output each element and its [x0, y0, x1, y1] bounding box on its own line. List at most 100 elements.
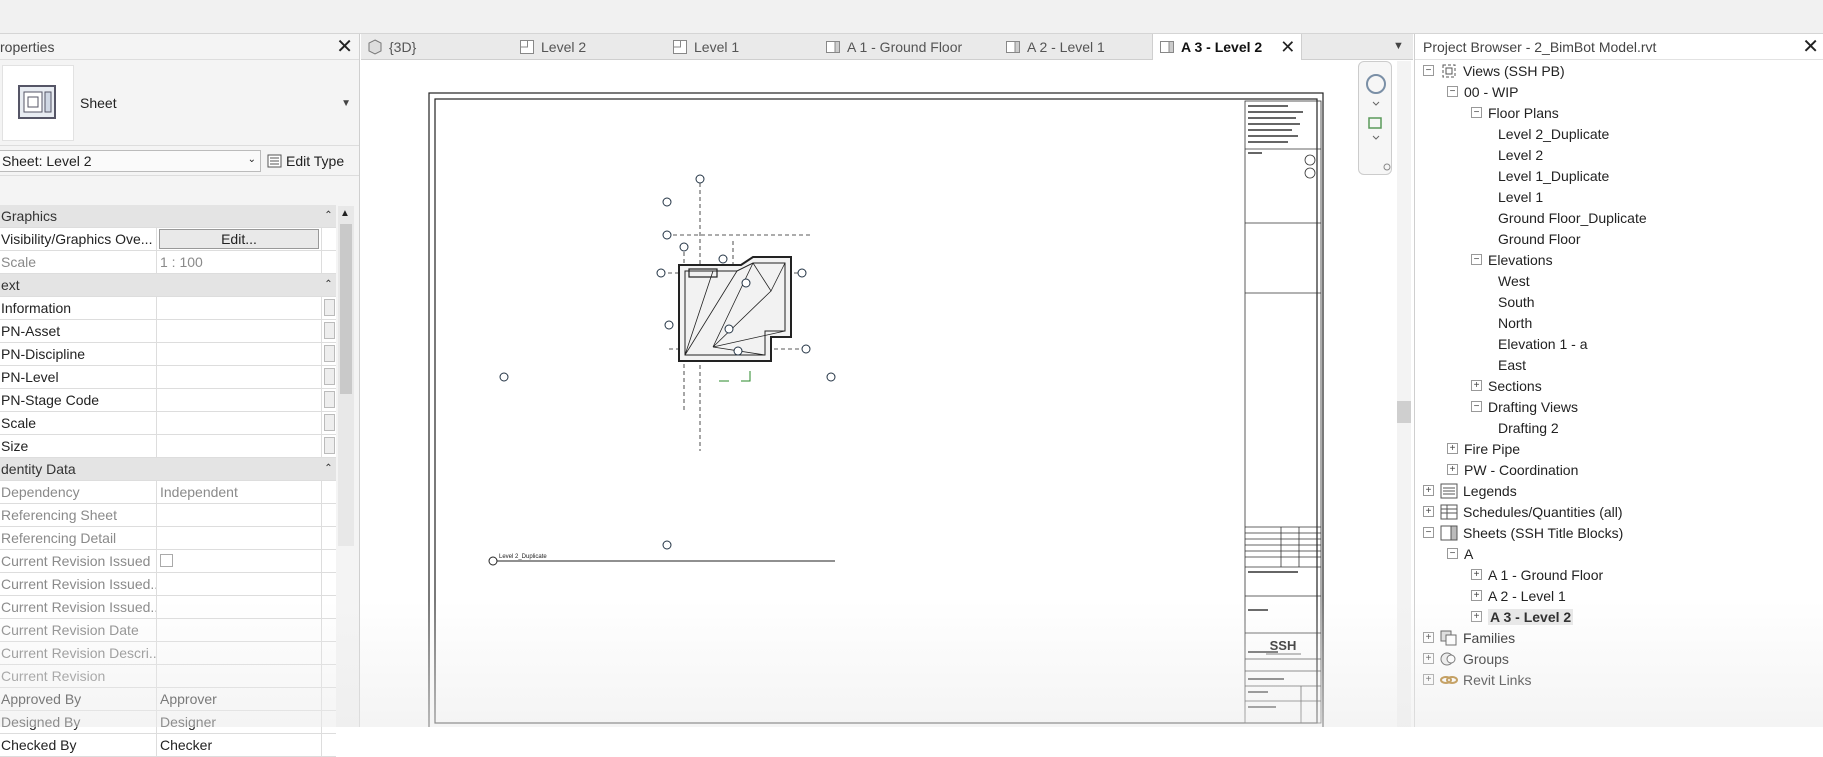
expand-icon[interactable]: + [1447, 464, 1458, 475]
instance-filter-dropdown[interactable]: Sheet: Level 2 ⌄ [0, 149, 261, 172]
browser-node-level-2[interactable]: Level 2 [1498, 144, 1543, 165]
property-group-header[interactable]: Graphics ⌃ [0, 205, 336, 228]
collapse-icon[interactable]: ⌃ [321, 458, 336, 480]
property-value-cell[interactable] [157, 297, 321, 319]
expand-icon[interactable]: + [1471, 611, 1482, 622]
canvas-scrollbar[interactable] [1397, 61, 1411, 727]
property-row[interactable]: Current Revision [0, 665, 336, 688]
browser-node-west[interactable]: West [1498, 270, 1530, 291]
tab-list-dropdown-icon[interactable]: ▼ [1393, 40, 1404, 52]
property-row[interactable]: Referencing Detail [0, 527, 336, 550]
property-value-cell[interactable] [157, 573, 321, 595]
edit-button[interactable]: Edit... [159, 229, 319, 249]
browser-node-families[interactable]: + Families [1423, 627, 1515, 648]
collapse-icon[interactable]: − [1471, 107, 1482, 118]
property-row[interactable]: PN-Asset [0, 320, 336, 343]
property-value-cell[interactable] [157, 389, 321, 411]
property-row[interactable]: Current Revision Descri... [0, 642, 336, 665]
property-row[interactable]: PN-Discipline [0, 343, 336, 366]
property-row[interactable]: Information [0, 297, 336, 320]
browser-node-ground-floor-duplicate[interactable]: Ground Floor_Duplicate [1498, 207, 1647, 228]
browser-node-sheets-ssh-title-blocks[interactable]: − Sheets (SSH Title Blocks) [1423, 522, 1623, 543]
browser-node-level-1-duplicate[interactable]: Level 1_Duplicate [1498, 165, 1609, 186]
property-value-cell[interactable] [157, 665, 321, 687]
collapse-icon[interactable]: ⌃ [321, 205, 336, 227]
expand-icon[interactable]: + [1423, 674, 1434, 685]
property-row[interactable]: Designed By Designer [0, 711, 336, 734]
property-row[interactable]: Referencing Sheet [0, 504, 336, 527]
tab-a-3-level-2[interactable]: A 3 - Level 2 ✕ [1152, 34, 1302, 60]
property-row[interactable]: PN-Level [0, 366, 336, 389]
browser-node-legends[interactable]: + Legends [1423, 480, 1517, 501]
collapse-icon[interactable]: − [1471, 401, 1482, 412]
collapse-icon[interactable]: − [1471, 254, 1482, 265]
browser-node-a-3-level-2[interactable]: + A 3 - Level 2 [1471, 606, 1574, 627]
collapse-icon[interactable]: − [1447, 548, 1458, 559]
revision-checkbox[interactable] [160, 554, 173, 567]
expand-icon[interactable]: + [1471, 569, 1482, 580]
property-value-cell[interactable] [157, 366, 321, 388]
scrollbar-thumb[interactable] [340, 224, 352, 394]
property-row[interactable]: Dependency Independent [0, 481, 336, 504]
collapse-icon[interactable]: − [1423, 527, 1434, 538]
collapse-icon[interactable]: ⌃ [321, 274, 336, 296]
property-value-cell[interactable]: Independent [157, 481, 321, 503]
property-row[interactable]: Visibility/Graphics Ove... Edit... [0, 228, 336, 251]
close-icon[interactable]: ✕ [1280, 37, 1295, 58]
property-value-cell[interactable] [157, 596, 321, 618]
property-value-cell[interactable] [157, 642, 321, 664]
expand-icon[interactable]: + [1471, 380, 1482, 391]
expand-icon[interactable]: + [1471, 590, 1482, 601]
expand-icon[interactable]: + [1447, 443, 1458, 454]
property-value-cell[interactable] [157, 527, 321, 549]
property-value-cell[interactable]: Designer [157, 711, 321, 733]
property-group-header[interactable]: dentity Data ⌃ [0, 458, 336, 481]
browser-node-schedules-quantities-all[interactable]: + Schedules/Quantities (all) [1423, 501, 1623, 522]
property-value-cell[interactable] [157, 504, 321, 526]
browser-node-elevations[interactable]: − Elevations [1471, 249, 1553, 270]
tab-3d[interactable]: {3D} [361, 34, 513, 60]
expand-icon[interactable]: + [1423, 653, 1434, 664]
edit-type-button[interactable]: Edit Type [267, 153, 344, 169]
property-value-cell[interactable]: Checker [157, 734, 321, 756]
browser-node-00-wip[interactable]: −00 - WIP [1447, 81, 1518, 102]
expand-icon[interactable]: + [1423, 632, 1434, 643]
browser-node-east[interactable]: East [1498, 354, 1526, 375]
type-selector[interactable]: Sheet ▼ [0, 60, 359, 146]
property-value-cell[interactable] [157, 343, 321, 365]
browser-node-a-1-ground-floor[interactable]: + A 1 - Ground Floor [1471, 564, 1603, 585]
browser-node-a-2-level-1[interactable]: + A 2 - Level 1 [1471, 585, 1566, 606]
scroll-up-icon[interactable]: ▲ [340, 208, 350, 219]
close-icon[interactable]: ✕ [1802, 34, 1819, 59]
browser-node-a[interactable]: − A [1447, 543, 1473, 564]
property-row[interactable]: Checked By Checker [0, 734, 336, 757]
browser-node-south[interactable]: South [1498, 291, 1535, 312]
property-row[interactable]: Current Revision Issued... [0, 596, 336, 619]
property-row[interactable]: Approved By Approver [0, 688, 336, 711]
property-value-cell[interactable] [157, 550, 321, 572]
browser-node-north[interactable]: North [1498, 312, 1532, 333]
browser-node-elevation-1-a[interactable]: Elevation 1 - a [1498, 333, 1588, 354]
property-row[interactable]: Current Revision Issued... [0, 573, 336, 596]
property-row[interactable]: Current Revision Issued [0, 550, 336, 573]
browser-node-drafting-views[interactable]: − Drafting Views [1471, 396, 1578, 417]
browser-node-groups[interactable]: + Groups [1423, 648, 1509, 669]
chevron-down-icon[interactable]: ▼ [341, 98, 351, 109]
property-value-cell[interactable] [157, 619, 321, 641]
sheet-view-canvas[interactable]: SSH Level 2_Duplicate [361, 61, 1413, 730]
close-icon[interactable]: ✕ [336, 37, 353, 57]
property-row[interactable]: Current Revision Date [0, 619, 336, 642]
property-value-cell[interactable]: 1 : 100 [157, 251, 321, 273]
collapse-icon[interactable]: − [1423, 65, 1434, 76]
browser-node-level-1[interactable]: Level 1 [1498, 186, 1543, 207]
browser-node-pw-coordination[interactable]: + PW - Coordination [1447, 459, 1578, 480]
property-value-cell[interactable] [157, 320, 321, 342]
tab-a-1-ground-floor[interactable]: A 1 - Ground Floor [819, 34, 999, 60]
tab-a-2-level-1[interactable]: A 2 - Level 1 [999, 34, 1152, 60]
browser-node-fire-pipe[interactable]: + Fire Pipe [1447, 438, 1520, 459]
property-value-cell[interactable]: Edit... [157, 228, 321, 250]
browser-node-views-ssh-pb[interactable]: − Views (SSH PB) [1423, 60, 1565, 81]
property-group-header[interactable]: ext ⌃ [0, 274, 336, 297]
properties-scrollbar[interactable]: ▲ [338, 206, 354, 546]
property-row[interactable]: PN-Stage Code [0, 389, 336, 412]
